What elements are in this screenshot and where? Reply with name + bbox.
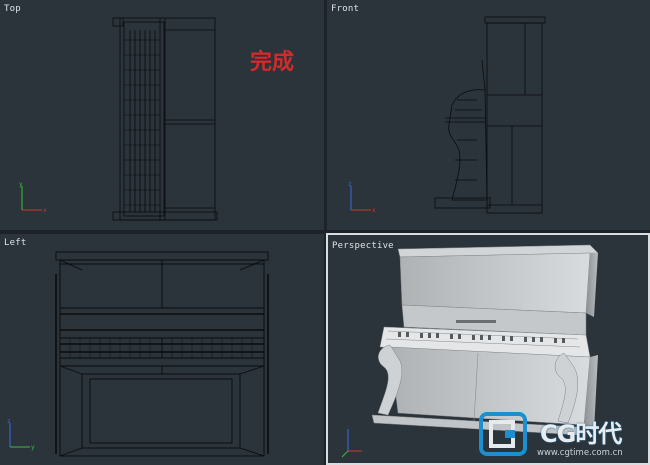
svg-text:x: x — [372, 207, 376, 214]
axis-gizmo-icon: y x — [19, 181, 47, 214]
viewport-front[interactable]: Front z x — [327, 0, 650, 230]
svg-text:y: y — [31, 444, 35, 451]
piano-left-wireframe — [55, 251, 269, 457]
axis-gizmo-icon: z x — [348, 181, 376, 214]
viewport-top[interactable]: Top 完成 y x — [0, 0, 324, 230]
viewport-left[interactable]: Left z y — [0, 234, 324, 465]
axis-gizmo-icon: z y — [7, 418, 35, 451]
svg-text:z: z — [7, 418, 11, 425]
svg-text:y: y — [19, 181, 23, 188]
svg-text:x: x — [43, 207, 47, 214]
svg-text:z: z — [348, 181, 352, 188]
axis-gizmo-icon — [341, 429, 362, 458]
done-annotation: 完成 — [250, 50, 295, 75]
watermark-brand: CG时代 — [540, 420, 622, 448]
watermark-url: www.cgtime.com.cn — [537, 448, 623, 458]
